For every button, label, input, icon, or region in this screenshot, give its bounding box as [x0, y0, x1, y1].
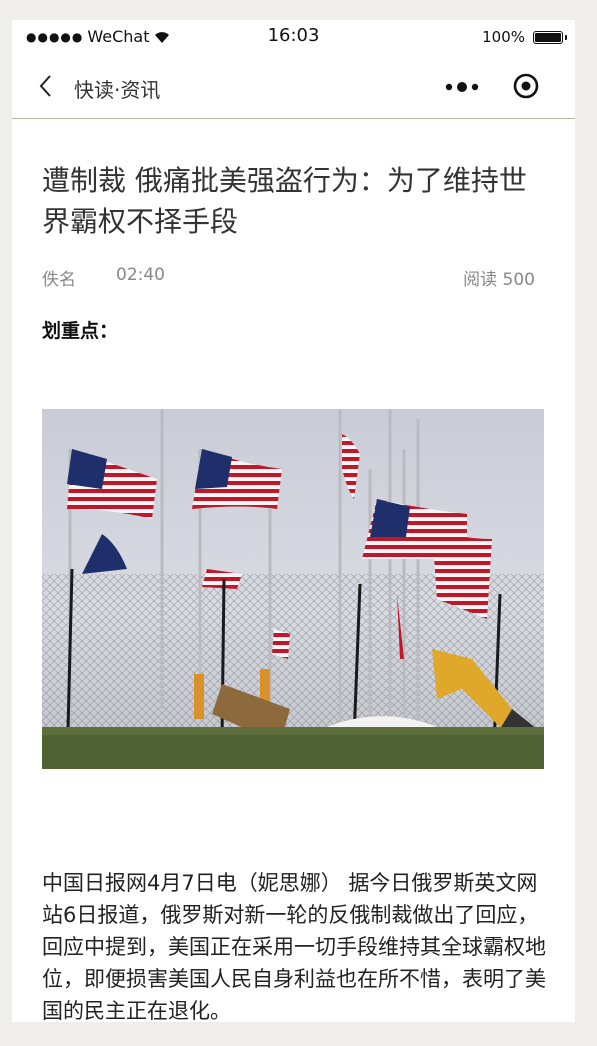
- status-right: 100%: [482, 28, 567, 46]
- article-time: 02:40: [116, 265, 165, 285]
- nav-bar: 快读·资讯: [12, 54, 575, 119]
- status-bar: ●●●●● WeChat 16:03 100%: [12, 20, 575, 54]
- nav-title: 快读·资讯: [74, 78, 161, 102]
- highlight-heading: 划重点：: [42, 320, 119, 342]
- article-body: 中国日报网4月7日电（妮思娜） 据今日俄罗斯英文网站6日报道，俄罗斯对新一轮的反…: [42, 871, 546, 1022]
- battery-percent: 100%: [482, 28, 525, 46]
- target-icon[interactable]: [512, 72, 540, 100]
- article-title: 遭制裁 俄痛批美强盗行为：为了维持世界霸权不择手段: [42, 164, 527, 238]
- article-author: 佚名: [42, 270, 76, 290]
- battery-icon: [533, 30, 567, 44]
- article-photo: [42, 409, 544, 769]
- phone-screen: ●●●●● WeChat 16:03 100% 快读·资讯 遭制裁 俄痛批美强盗…: [12, 20, 575, 1022]
- back-chevron-icon[interactable]: [36, 73, 56, 99]
- read-count: 阅读 500: [463, 270, 535, 290]
- more-dots-icon[interactable]: [444, 78, 480, 96]
